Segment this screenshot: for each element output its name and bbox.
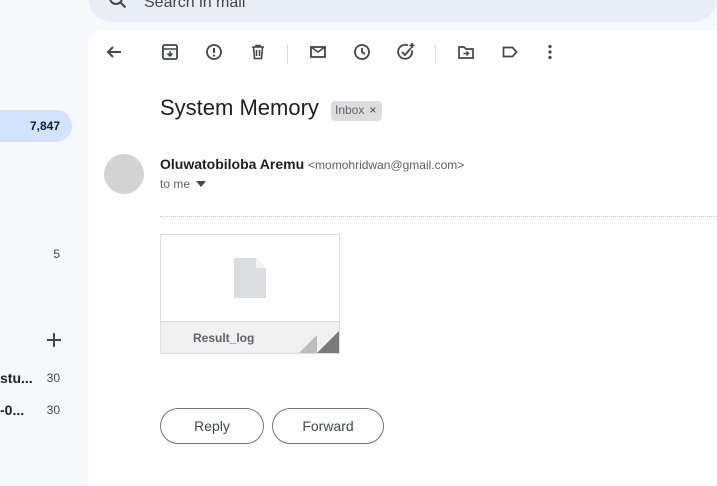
attachment-footer: Result_log xyxy=(161,321,339,353)
sidebar-label-a[interactable]: stu... xyxy=(0,370,33,386)
toolbar-divider xyxy=(287,44,288,64)
recipient-text: to me xyxy=(160,177,191,191)
inbox-unread-count: 7,847 xyxy=(29,119,60,133)
archive-button[interactable] xyxy=(158,40,182,64)
back-button[interactable] xyxy=(102,40,126,64)
page-fold-icon xyxy=(299,331,339,353)
label-icon xyxy=(502,46,518,58)
forward-button[interactable]: Forward xyxy=(272,408,384,444)
remove-label-icon[interactable]: × xyxy=(369,103,376,117)
snooze-icon xyxy=(354,44,370,60)
message-divider xyxy=(160,216,717,217)
attachment-card[interactable]: Result_log xyxy=(160,234,340,354)
message-subject: System Memory xyxy=(160,95,319,120)
sender-name[interactable]: Oluwatobiloba Aremu xyxy=(160,156,304,172)
sender-info: Oluwatobiloba Aremu <momohridwan@gmail.c… xyxy=(160,156,464,172)
move-to-icon xyxy=(458,46,474,59)
move-to-button[interactable] xyxy=(454,40,478,64)
search-bar[interactable]: Search in mail xyxy=(88,0,717,22)
more-button[interactable] xyxy=(538,40,562,64)
snooze-button[interactable] xyxy=(350,40,374,64)
recipient-details[interactable]: to me xyxy=(160,177,207,191)
add-task-icon xyxy=(397,43,415,60)
attachment-preview xyxy=(161,235,339,321)
search-input[interactable]: Search in mail xyxy=(144,0,245,12)
attachment-name: Result_log xyxy=(193,331,255,345)
sidebar-label-b-count: 30 xyxy=(46,403,60,417)
sidebar-item-drafts-count: 5 xyxy=(53,247,60,261)
create-label-icon[interactable] xyxy=(44,330,64,350)
delete-button[interactable] xyxy=(246,40,270,64)
labels-button[interactable] xyxy=(498,40,522,64)
add-to-tasks-button[interactable] xyxy=(394,40,418,64)
archive-icon xyxy=(162,44,178,60)
file-icon xyxy=(234,258,266,298)
reply-button[interactable]: Reply xyxy=(160,408,264,444)
more-icon xyxy=(548,44,552,60)
delete-icon xyxy=(252,44,264,60)
sidebar: 7,847 5 stu... 30 -0... 30 xyxy=(0,0,88,486)
toolbar-divider xyxy=(435,44,436,64)
sidebar-label-b[interactable]: -0... xyxy=(0,402,24,418)
report-spam-icon xyxy=(206,44,222,60)
label-chip-inbox[interactable]: Inbox × xyxy=(331,101,383,121)
search-icon[interactable] xyxy=(108,0,128,10)
report-spam-button[interactable] xyxy=(202,40,226,64)
avatar[interactable] xyxy=(104,154,144,194)
label-chip-text: Inbox xyxy=(335,103,365,117)
sidebar-item-inbox[interactable]: 7,847 xyxy=(0,110,72,142)
mark-unread-button[interactable] xyxy=(306,40,330,64)
message-panel: System Memory Inbox × Oluwatobiloba Aremu… xyxy=(88,30,717,486)
sender-email: <momohridwan@gmail.com> xyxy=(308,158,465,172)
mark-unread-icon xyxy=(310,46,326,58)
chevron-down-icon[interactable] xyxy=(196,181,207,187)
sidebar-label-a-count: 30 xyxy=(46,371,60,385)
back-icon xyxy=(106,46,121,58)
message-toolbar xyxy=(88,40,717,68)
